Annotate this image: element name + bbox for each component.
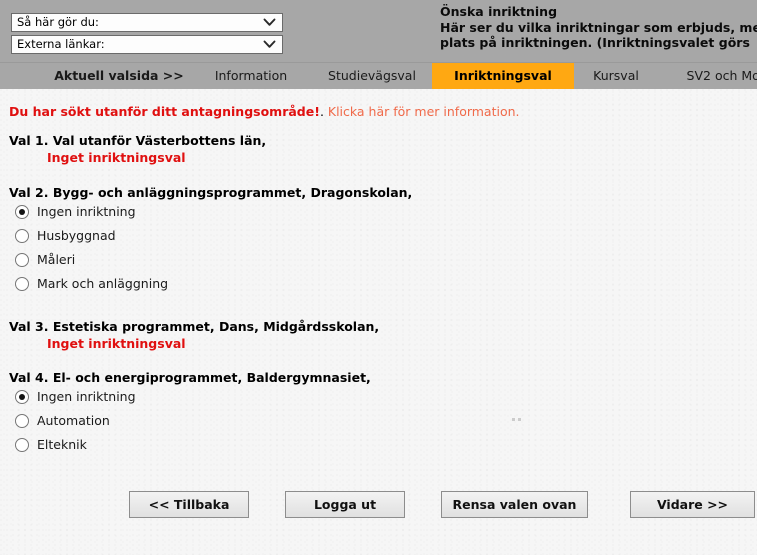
external-links-select-value: Externa länkar: — [17, 37, 105, 51]
page-heading: Önska inriktning Här ser du vilka inrikt… — [440, 4, 757, 51]
choice-block-2: Val 2. Bygg- och anläggningsprogrammet, … — [9, 185, 569, 296]
chevron-down-icon — [263, 14, 276, 31]
external-links-select[interactable]: Externa länkar: — [11, 35, 283, 54]
radio-unselected-icon[interactable] — [15, 253, 29, 267]
choice-title: Val 1. Val utanför Västerbottens län, — [9, 133, 267, 148]
nav-tab-aktuell-valsida[interactable]: Aktuell valsida >> — [44, 63, 194, 89]
render-artifact — [512, 418, 524, 422]
primary-navigation: Aktuell valsida >> Information Studievägsv… — [0, 62, 757, 89]
logout-button[interactable]: Logga ut — [285, 491, 405, 518]
radio-unselected-icon[interactable] — [15, 229, 29, 243]
nav-tab-information[interactable]: Information — [208, 63, 294, 89]
radio-option-label: Elteknik — [37, 437, 87, 452]
radio-option-label: Automation — [37, 413, 110, 428]
top-header-band: Så här gör du: Externa länkar: Önska inr… — [0, 0, 757, 62]
choice-title: Val 4. El- och energiprogrammet, Balderg… — [9, 370, 371, 385]
choice-title: Val 2. Bygg- och anläggningsprogrammet, … — [9, 185, 413, 200]
header-dropdown-group: Så här gör du: Externa länkar: — [11, 13, 283, 57]
radio-option-label: Ingen inriktning — [37, 204, 136, 219]
radio-option-label: Husbyggnad — [37, 228, 116, 243]
instructions-select-value: Så här gör du: — [17, 15, 99, 29]
radio-option[interactable]: Elteknik — [9, 435, 569, 457]
radio-unselected-icon[interactable] — [15, 414, 29, 428]
radio-option[interactable]: Automation — [9, 411, 569, 433]
radio-option[interactable]: Husbyggnad — [9, 226, 569, 248]
choice-title: Val 3. Estetiska programmet, Dans, Midgå… — [9, 319, 380, 334]
no-selection-notice: Inget inriktningsval — [47, 336, 186, 351]
radio-option[interactable]: Måleri — [9, 250, 569, 272]
warning-message: Du har sökt utanför ditt antagningsområd… — [9, 104, 320, 119]
back-button[interactable]: << Tillbaka — [129, 491, 249, 518]
chevron-down-icon — [263, 36, 276, 53]
radio-option-label: Ingen inriktning — [37, 389, 136, 404]
clear-choices-button[interactable]: Rensa valen ovan — [441, 491, 588, 518]
warning-separator: . — [319, 104, 328, 119]
radio-option-label: Mark och anläggning — [37, 276, 169, 291]
choice-block-3: Val 3. Estetiska programmet, Dans, Midgå… — [9, 319, 569, 351]
action-button-bar: << Tillbaka Logga ut Rensa valen ovan Vidar… — [0, 491, 757, 531]
page-description-line-2: plats på inriktningen. (Inriktningsvalet… — [440, 35, 750, 50]
radio-unselected-icon[interactable] — [15, 438, 29, 452]
radio-selected-icon[interactable] — [15, 390, 29, 404]
radio-option[interactable]: Ingen inriktning — [9, 202, 569, 224]
choice-block-1: Val 1. Val utanför Västerbottens län, Ing… — [9, 133, 569, 165]
radio-option[interactable]: Mark och anläggning — [9, 274, 569, 296]
forward-button[interactable]: Vidare >> — [630, 491, 755, 518]
choice-block-4: Val 4. El- och energiprogrammet, Balderg… — [9, 370, 569, 457]
more-information-link[interactable]: Klicka här för mer information. — [328, 104, 520, 119]
nav-tab-kursval[interactable]: Kursval — [586, 63, 646, 89]
nav-tab-sv2-och-mode[interactable]: SV2 och Mode — [676, 63, 757, 89]
instructions-select[interactable]: Så här gör du: — [11, 13, 283, 32]
out-of-area-warning: Du har sökt utanför ditt antagningsområd… — [9, 104, 520, 119]
main-content: Du har sökt utanför ditt antagningsområd… — [0, 89, 757, 555]
page-description-line-1: Här ser du vilka inriktningar som erbjud… — [440, 19, 757, 35]
page-title: Önska inriktning — [440, 4, 558, 19]
nav-tab-inriktningsval[interactable]: Inriktningsval — [432, 63, 574, 89]
radio-option-label: Måleri — [37, 252, 76, 267]
nav-tab-studiev-gsval[interactable]: Studievägsval — [322, 63, 422, 89]
radio-option[interactable]: Ingen inriktning — [9, 387, 569, 409]
radio-selected-icon[interactable] — [15, 205, 29, 219]
no-selection-notice: Inget inriktningsval — [47, 150, 186, 165]
radio-unselected-icon[interactable] — [15, 277, 29, 291]
